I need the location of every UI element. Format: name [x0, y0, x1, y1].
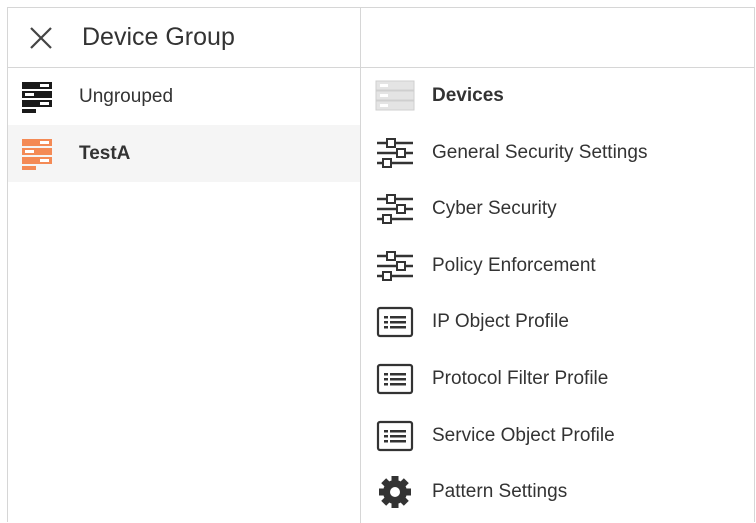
menu-label: Pattern Settings: [432, 481, 568, 503]
panel-header: Device Group: [8, 8, 754, 68]
gear-icon: [379, 476, 411, 509]
menu-label: Policy Enforcement: [432, 254, 596, 276]
sliders-icon: [377, 250, 413, 281]
list-card-icon: [376, 307, 414, 338]
devices-icon: [375, 80, 415, 111]
menu-label: General Security Settings: [432, 141, 648, 163]
menu-item-ip-object-profile[interactable]: IP Object Profile: [361, 294, 756, 351]
menu-item-devices[interactable]: Devices: [361, 68, 756, 125]
menu-item-general-security-settings[interactable]: General Security Settings: [361, 125, 756, 182]
list-card-icon: [376, 420, 414, 451]
panel-title: Device Group: [82, 23, 235, 51]
device-group-panel: Device Group Ungrouped TestA Devices Gen…: [7, 7, 756, 523]
sliders-icon: [377, 137, 413, 168]
group-item-ungrouped[interactable]: Ungrouped: [8, 68, 360, 125]
menu-item-policy-enforcement[interactable]: Policy Enforcement: [361, 238, 756, 295]
menu-item-pattern-settings[interactable]: Pattern Settings: [361, 464, 756, 521]
close-icon[interactable]: [26, 23, 56, 53]
menu-label: Service Object Profile: [432, 424, 615, 446]
menu-item-cyber-security[interactable]: Cyber Security: [361, 181, 756, 238]
sliders-icon: [377, 194, 413, 225]
settings-menu: Devices General Security Settings Cyber …: [361, 68, 756, 521]
group-label: Ungrouped: [79, 85, 174, 107]
server-rack-icon: [22, 82, 52, 113]
menu-label: Devices: [432, 85, 504, 106]
group-label: TestA: [79, 142, 131, 164]
menu-label: Cyber Security: [432, 198, 557, 220]
menu-item-protocol-filter-profile[interactable]: Protocol Filter Profile: [361, 351, 756, 408]
menu-label: Protocol Filter Profile: [432, 367, 609, 389]
list-card-icon: [376, 363, 414, 395]
group-list: Ungrouped TestA: [8, 68, 360, 182]
menu-label: IP Object Profile: [432, 311, 569, 333]
server-rack-icon: [22, 139, 52, 170]
group-item-testa[interactable]: TestA: [8, 125, 360, 182]
menu-item-service-object-profile[interactable]: Service Object Profile: [361, 408, 756, 465]
